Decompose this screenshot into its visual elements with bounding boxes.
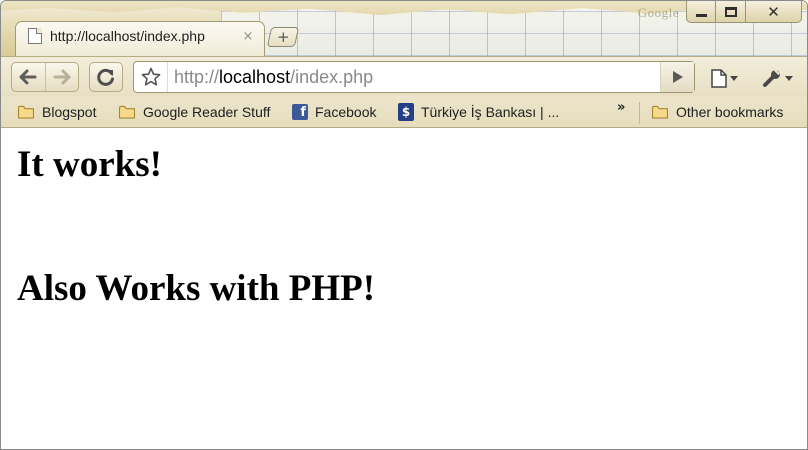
bookmark-isbank[interactable]: $ Türkiye İş Bankası | ... (398, 102, 559, 122)
url-text[interactable]: http://localhost/index.php (168, 67, 660, 88)
bookmark-label: Blogspot (42, 104, 97, 120)
bookmarks-divider (639, 102, 640, 124)
chevron-down-icon (784, 75, 793, 81)
isbank-icon: $ (398, 103, 414, 121)
url-path: /index.php (290, 66, 374, 87)
chevron-down-icon (729, 75, 738, 81)
tab-strip: Google http://localhost/index.php × + ✕ (1, 1, 807, 56)
play-icon (672, 71, 683, 83)
folder-icon (651, 105, 669, 119)
folder-icon (17, 105, 35, 119)
minimize-button[interactable] (686, 1, 716, 23)
plus-icon: + (277, 28, 290, 46)
back-arrow-icon (19, 69, 37, 85)
bookmark-label: Google Reader Stuff (143, 104, 271, 120)
wrench-icon (762, 68, 780, 87)
back-forward-group (11, 62, 79, 92)
new-tab-button[interactable]: + (266, 27, 300, 47)
tab-title: http://localhost/index.php (50, 28, 205, 44)
page-icon (710, 68, 727, 88)
navigation-toolbar: http://localhost/index.php (1, 56, 807, 96)
bookmark-label: Facebook (315, 104, 377, 120)
reload-button[interactable] (89, 62, 123, 92)
theme-logo: Google (637, 5, 679, 20)
go-button[interactable] (660, 62, 694, 92)
page-content: It works! Also Works with PHP! (1, 128, 807, 449)
close-window-button[interactable]: ✕ (746, 1, 802, 23)
bookmark-facebook[interactable]: f Facebook (292, 102, 376, 122)
tab-localhost[interactable]: http://localhost/index.php × (15, 21, 265, 56)
forward-arrow-icon (53, 69, 71, 85)
page-menu-button[interactable] (704, 66, 744, 90)
bookmark-google-reader-stuff[interactable]: Google Reader Stuff (118, 102, 270, 122)
bookmark-label: Türkiye İş Bankası | ... (421, 104, 560, 120)
url-scheme: http:// (174, 66, 220, 87)
heading-it-works: It works! (17, 144, 162, 185)
maximize-button[interactable] (716, 1, 746, 23)
browser-window: Google http://localhost/index.php × + ✕ (0, 0, 808, 450)
heading-php-works: Also Works with PHP! (17, 268, 376, 309)
bookmarks-overflow-chevron[interactable]: » (617, 100, 625, 115)
bookmarks-bar: Blogspot Google Reader Stuff f Facebook … (1, 96, 807, 128)
close-tab-icon[interactable]: × (240, 29, 256, 44)
bookmark-star-button[interactable] (134, 62, 168, 92)
folder-icon (118, 105, 136, 119)
facebook-icon: f (292, 104, 308, 120)
reload-icon (97, 68, 114, 86)
close-icon: ✕ (767, 2, 780, 21)
maximize-icon (724, 6, 737, 17)
star-icon (141, 67, 160, 86)
bookmark-blogspot[interactable]: Blogspot (17, 102, 96, 122)
forward-button[interactable] (44, 63, 79, 91)
bookmark-label: Other bookmarks (676, 104, 784, 120)
wrench-menu-button[interactable] (754, 66, 800, 90)
back-button[interactable] (12, 63, 45, 91)
minimize-icon (695, 14, 707, 17)
page-icon (28, 28, 42, 44)
url-host: localhost (219, 66, 291, 87)
other-bookmarks-button[interactable]: Other bookmarks (651, 102, 783, 122)
address-bar[interactable]: http://localhost/index.php (133, 61, 695, 93)
